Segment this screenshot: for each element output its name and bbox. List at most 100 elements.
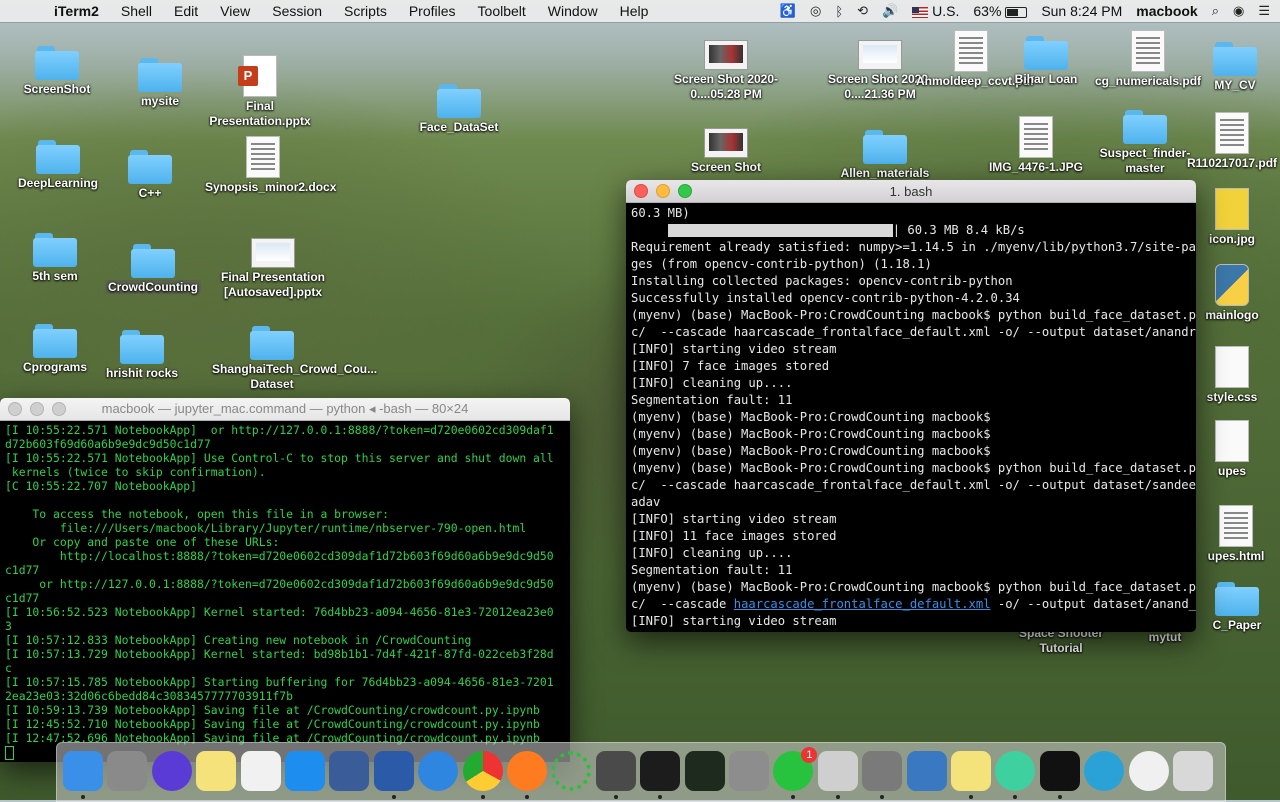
dock-safari-icon[interactable] [418,751,459,791]
terminal-line: http://localhost:8888/?token=d720e0602cd… [5,549,554,563]
spotlight-icon[interactable]: ⌕ [1212,3,1219,19]
input-source-menu[interactable]: U.S. [912,3,959,19]
desktop-folder-face-dataset[interactable]: Face_DataSet [404,84,514,135]
running-indicator [835,795,840,799]
minimize-button[interactable] [30,402,44,416]
dock-siri-icon[interactable] [151,751,192,791]
running-indicator [1013,795,1018,799]
desktop-file-final-presentation-autosaved[interactable]: Final Presentation [Autosaved].pptx [208,238,338,300]
window-title: macbook — jupyter_mac.command — python ◂… [101,401,469,416]
menu-shell[interactable]: Shell [121,3,152,19]
dock-sublime-text-icon[interactable] [595,751,636,791]
menu-scripts[interactable]: Scripts [344,3,387,19]
menu-app-name[interactable]: iTerm2 [54,3,99,19]
dock-launchpad-icon[interactable] [107,751,148,791]
desktop-folder-c-paper[interactable]: C_Paper [1194,582,1280,633]
dock-firefox-icon[interactable] [507,751,547,791]
folder-icon [36,140,80,174]
terminal-line: [I 10:56:52.523 NotebookApp] Kernel star… [5,605,554,619]
dock-itunes-icon[interactable] [1128,751,1169,791]
desktop-file-style-css[interactable]: style.css [1184,346,1280,405]
download-progress: | 60.3 MB 8.4 kB/s [631,222,1191,239]
dock-word-icon[interactable] [373,751,414,791]
minimize-button[interactable] [656,184,670,198]
menu-session[interactable]: Session [272,3,322,19]
notification-center-icon[interactable]: ☰ [1258,3,1270,19]
jupyter-window-titlebar[interactable]: macbook — jupyter_mac.command — python ◂… [0,398,570,421]
desktop-file-upes[interactable]: upes [1184,420,1280,479]
menu-window[interactable]: Window [548,3,598,19]
menu-edit[interactable]: Edit [174,3,198,19]
desktop-folder-bihar-loan[interactable]: Bihar Loan [991,36,1101,87]
dock-virtualbox-icon[interactable] [329,751,370,791]
iterm-bash-window[interactable]: 1. bash 60.3 MB) | 60.3 MB 8.4 kB/s Requi… [626,180,1196,632]
dock-whatsapp-icon[interactable]: 1 [773,747,818,791]
zoom-button[interactable] [678,184,692,198]
file-link[interactable]: haarcascade_frontalface_default.xml [734,597,991,611]
desktop-file-r110217017[interactable]: R110217017.pdf [1184,112,1280,171]
desktop-folder-shanghaitech[interactable]: ShanghaiTech_Crowd_Cou... Dataset [212,326,377,392]
close-button[interactable] [634,184,648,198]
desktop-file-mainlogo[interactable]: mainlogo [1184,264,1280,323]
desktop-folder-my-cv[interactable]: MY_CV [1180,42,1280,93]
close-button[interactable] [8,402,22,416]
dock-atom-icon[interactable] [995,751,1036,791]
dock-chrome-icon[interactable] [462,751,503,791]
terminal-line: d72b603f69d60a6b9e9dc9d50c1d77 [5,437,211,451]
terminal-line: 3 [5,619,12,633]
time-machine-icon[interactable]: ⟲ [857,3,868,19]
screen-mirroring-icon[interactable]: ◎ [810,3,821,19]
menu-toolbelt[interactable]: Toolbelt [478,3,526,19]
dock-system-preferences-icon[interactable] [729,751,769,791]
desktop-folder-mysite[interactable]: mysite [105,58,215,109]
dock-stickies-icon[interactable] [951,751,991,791]
dock-xcode-icon[interactable] [906,751,947,791]
progress-bar [667,224,893,237]
terminal-output[interactable]: 60.3 MB) | 60.3 MB 8.4 kB/s Requirement a… [626,203,1196,632]
desktop-file-upes-html[interactable]: upes.html [1192,505,1280,564]
dock-photos-icon[interactable] [240,751,281,791]
menu-help[interactable]: Help [620,3,649,19]
desktop-folder-cpp[interactable]: C++ [95,150,205,201]
desktop-folder-crowdcounting[interactable]: CrowdCounting [98,244,208,295]
desktop-file-screen-shot-1[interactable]: Screen Shot 2020-0....05.28 PM [664,40,788,102]
terminal-output[interactable]: [I 10:55:22.571 NotebookApp] or http://1… [0,421,570,762]
menu-view[interactable]: View [220,3,250,19]
dock-trash-icon[interactable] [1173,751,1213,791]
bash-window-titlebar[interactable]: 1. bash [626,180,1196,203]
folder-icon [128,150,172,184]
running-indicator [969,795,973,799]
dock-activity-monitor-icon[interactable] [684,751,725,791]
desktop-file-screen-shot-3[interactable]: Screen Shot [671,128,781,175]
jupyter-terminal-window[interactable]: macbook — jupyter_mac.command — python ◂… [0,398,570,762]
dock-calculator-icon[interactable] [862,751,903,791]
dock-iterm-icon[interactable] [1039,751,1080,791]
menu-profiles[interactable]: Profiles [409,3,456,19]
bluetooth-icon[interactable]: ᛒ [835,4,843,19]
dock-preview-icon[interactable] [817,751,858,791]
desktop-folder-allen-materials[interactable]: Allen_materials [830,130,940,181]
desktop-folder-hrishit-rocks[interactable]: hrishit rocks [87,330,197,381]
dock-notes-icon[interactable] [196,751,237,791]
desktop-folder-screenshot[interactable]: ScreenShot [2,46,112,97]
clock[interactable]: Sun 8:24 PM [1041,3,1122,19]
battery-status[interactable]: 63% [973,3,1028,19]
folder-icon [1215,582,1259,616]
user-menu[interactable]: macbook [1136,3,1197,19]
dock: 1 [56,742,1226,802]
desktop-file-final-presentation[interactable]: P Final Presentation.pptx [205,55,315,129]
desktop-file-synopsis[interactable]: Synopsis_minor2.docx [205,136,336,195]
dock-activity-icon[interactable] [551,751,592,791]
siri-menu-icon[interactable]: ◉ [1233,3,1244,19]
dock-quicktime-icon[interactable] [1084,751,1125,791]
file-icon [1215,420,1249,462]
desktop-file-icon-jpg[interactable]: icon.jpg [1184,188,1280,247]
dock-terminal-icon[interactable] [640,751,681,791]
zoom-button[interactable] [52,402,66,416]
dock-finder-icon[interactable] [63,751,103,791]
accessibility-icon[interactable]: ♿ [780,3,796,19]
desktop-file-img-4476[interactable]: IMG_4476-1.JPG [981,116,1091,175]
desktop-folder-5th-sem[interactable]: 5th sem [0,233,110,284]
dock-app-store-icon[interactable] [285,751,325,791]
volume-icon[interactable]: 🔊 [882,3,898,19]
